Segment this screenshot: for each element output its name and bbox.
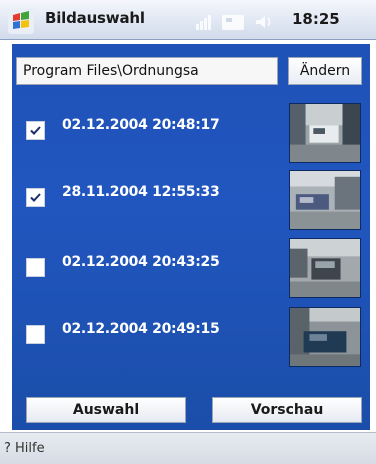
main-panel — [12, 44, 370, 430]
list-item[interactable]: 02.12.2004 20:48:17 — [12, 103, 370, 169]
image-timestamp[interactable]: 02.12.2004 20:48:17 — [62, 117, 220, 133]
image-checkbox[interactable] — [26, 258, 45, 277]
photo-thumbnail[interactable] — [289, 103, 361, 163]
list-item[interactable]: 02.12.2004 20:49:15 — [12, 305, 370, 371]
image-checkbox[interactable] — [26, 325, 45, 344]
windows-flag-icon[interactable] — [8, 8, 34, 34]
image-timestamp[interactable]: 02.12.2004 20:49:15 — [62, 321, 220, 337]
path-field[interactable]: Program Files\Ordnungsa — [16, 57, 278, 85]
select-button[interactable]: Auswahl — [26, 397, 186, 423]
clock[interactable]: 18:25 — [292, 10, 340, 28]
image-checkbox[interactable] — [26, 121, 45, 140]
connectivity-icon[interactable] — [222, 15, 244, 30]
photo-thumbnail[interactable] — [289, 238, 361, 298]
change-button[interactable]: Ändern — [288, 57, 362, 85]
tray-icons — [196, 15, 271, 30]
image-timestamp[interactable]: 02.12.2004 20:43:25 — [62, 254, 220, 270]
app-title: Bildauswahl — [45, 9, 145, 27]
title-bar: Bildauswahl 18:25 — [0, 0, 376, 40]
footer-bar: ? Hilfe — [0, 432, 376, 464]
checkmark-icon — [30, 193, 41, 202]
checkmark-icon — [30, 126, 41, 135]
speaker-icon[interactable] — [256, 16, 271, 28]
image-timestamp[interactable]: 28.11.2004 12:55:33 — [62, 184, 220, 200]
photo-thumbnail[interactable] — [289, 307, 361, 367]
signal-icon[interactable] — [196, 15, 211, 30]
screen: Bildauswahl 18:25 Program Files\Ordnungs… — [0, 0, 376, 464]
photo-thumbnail[interactable] — [289, 170, 361, 230]
preview-button[interactable]: Vorschau — [212, 397, 362, 423]
help-link[interactable]: ? Hilfe — [4, 441, 45, 456]
list-item[interactable]: 28.11.2004 12:55:33 — [12, 170, 370, 236]
list-item[interactable]: 02.12.2004 20:43:25 — [12, 238, 370, 304]
image-checkbox[interactable] — [26, 188, 45, 207]
